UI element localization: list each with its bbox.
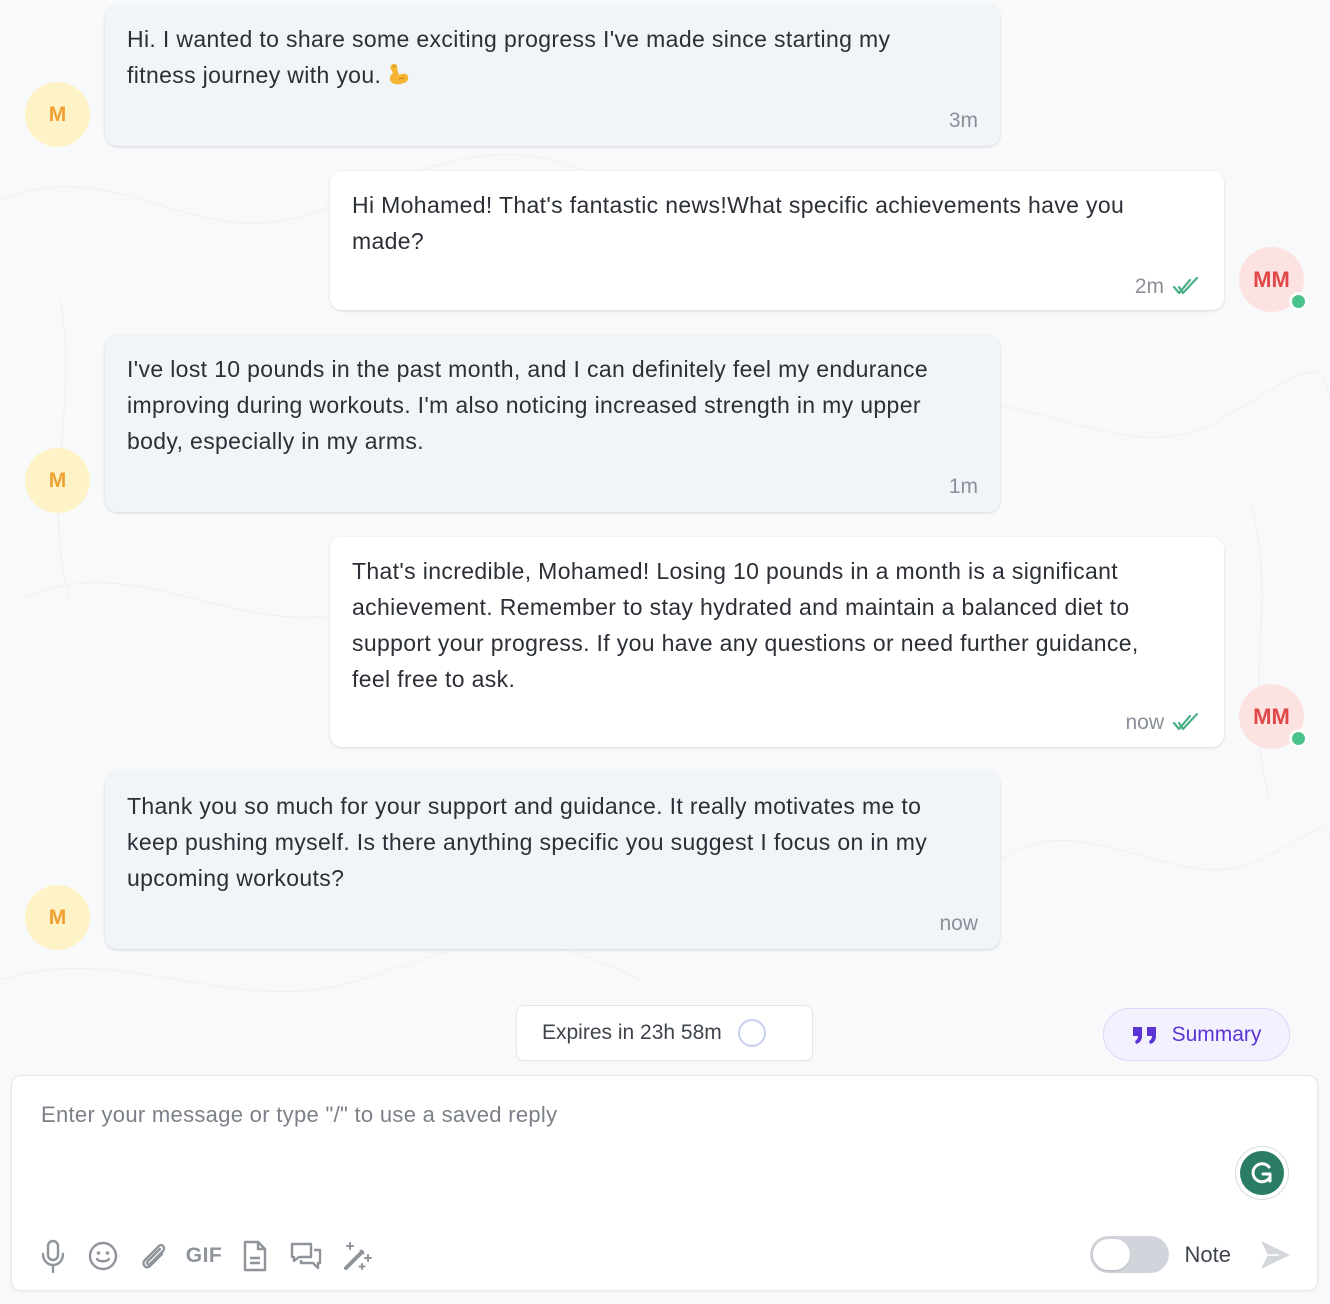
agent-avatar[interactable]: MM [1239,684,1308,749]
message-meta: 1m [127,473,978,501]
message-time: 3m [948,109,978,132]
online-status-indicator [1289,729,1308,748]
message-text: I've lost 10 pounds in the past month, a… [127,356,929,454]
contact-avatar[interactable]: M [25,885,90,950]
summary-label: Summary [1171,1022,1262,1046]
emoji-icon [88,1241,118,1271]
document-icon [243,1240,267,1272]
message-bubble-outgoing: That's incredible, Mohamed! Losing 10 po… [330,537,1224,747]
send-icon [1261,1240,1290,1269]
contact-avatar[interactable]: M [25,82,90,147]
quote-icon [1132,1026,1156,1044]
timer-ring-icon [737,1019,766,1047]
avatar-initials: MM [1253,703,1290,729]
message-text: That's incredible, Mohamed! Losing 10 po… [352,558,1139,692]
avatar-initials: M [48,905,67,929]
attachment-icon [142,1243,166,1269]
attachment-button[interactable] [138,1238,168,1274]
contact-avatar[interactable]: M [25,448,90,513]
ai-assist-button[interactable] [342,1238,374,1274]
message-meta: now [127,910,978,938]
emoji-button[interactable] [88,1238,118,1274]
microphone-button[interactable] [38,1238,68,1274]
message-meta: now [352,709,1202,737]
message-composer: GIF N [11,1075,1318,1291]
avatar-initials: M [48,102,67,126]
message-time: now [1125,711,1164,734]
conversation-expiry-badge: Expires in 23h 58m [516,1005,813,1061]
message-body: Hi. I wanted to share some exciting prog… [127,26,891,88]
message-time: now [939,912,978,935]
message-bubble-incoming: Thank you so much for your support and g… [105,772,1000,949]
saved-replies-button[interactable] [290,1238,322,1274]
grammarly-button[interactable] [1235,1146,1289,1200]
double-check-icon [1172,713,1199,731]
avatar-initials: MM [1253,266,1290,292]
message-input[interactable] [12,1076,1317,1226]
online-status-indicator [1289,292,1308,311]
message-bubble-outgoing: Hi Mohamed! That's fantastic news!What s… [330,171,1224,310]
flexed-biceps-icon [390,64,409,85]
composer-toolbar: GIF [38,1238,374,1274]
note-toggle[interactable] [1089,1236,1169,1273]
gif-icon: GIF [185,1244,223,1267]
agent-avatar[interactable]: MM [1239,247,1308,312]
toggle-knob [1092,1239,1130,1270]
message-meta: 3m [127,107,978,135]
message-time: 2m [1134,275,1164,298]
message-meta: 2m [352,273,1202,301]
double-check-icon [1172,277,1199,295]
gif-button[interactable]: GIF [185,1238,223,1274]
document-button[interactable] [240,1238,270,1274]
message-text: Thank you so much for your support and g… [127,793,928,891]
note-label: Note [1184,1241,1231,1267]
message-text: Hi. I wanted to share some exciting prog… [127,21,978,93]
message-bubble-incoming: I've lost 10 pounds in the past month, a… [105,335,1000,512]
saved-replies-icon [290,1242,322,1270]
composer-actions: Note [1089,1236,1293,1273]
message-bubble-incoming: Hi. I wanted to share some exciting prog… [105,5,1000,146]
microphone-icon [41,1239,65,1273]
message-text: Hi Mohamed! That's fantastic news!What s… [352,192,1125,254]
magic-wand-icon [344,1242,372,1270]
avatar-initials: M [48,468,67,492]
summary-button[interactable]: Summary [1103,1008,1290,1061]
grammarly-icon [1240,1151,1284,1195]
send-button[interactable] [1257,1237,1293,1273]
expiry-label: Expires in 23h 58m [542,1021,722,1044]
message-time: 1m [948,475,978,498]
